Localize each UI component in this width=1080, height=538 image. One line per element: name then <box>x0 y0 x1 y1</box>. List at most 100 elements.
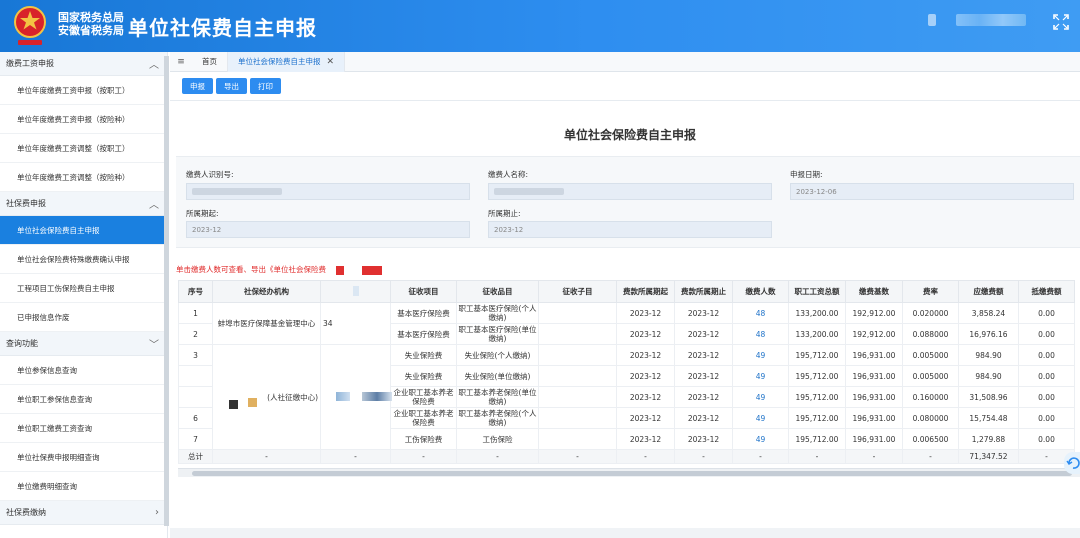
cell-subitem <box>538 344 617 366</box>
user-name[interactable] <box>956 14 1026 26</box>
declare-button[interactable]: 申报 <box>182 78 213 94</box>
sidebar-scrollbar[interactable] <box>164 56 169 526</box>
sidebar-group-query[interactable]: 查询功能 ﹀ <box>0 332 167 356</box>
cell-sub: 职工基本养老保险(个人缴纳) <box>456 407 539 429</box>
sidebar-item[interactable]: 单位社会保险费特殊缴费确认申报 <box>0 245 167 274</box>
table-row: 3 (人社征缴中心) 失业保险费 失业保险(个人缴纳) 2023-12 2023… <box>178 344 1075 450</box>
footer-band <box>170 528 1080 538</box>
sidebar-item[interactable]: 已申报信息作废 <box>0 303 167 332</box>
cell-offset: 0.00 <box>1018 407 1075 429</box>
cell-offset: 0.00 <box>1018 428 1075 450</box>
sidebar-item[interactable]: 单位缴费明细查询 <box>0 472 167 501</box>
main-panel: ≡ 首页 单位社会保险费自主申报 ✕ 申报 导出 打印 单位社会保险费自主申报 … <box>170 51 1080 538</box>
cell-sub: 职工基本医疗保险(单位缴纳) <box>456 323 539 345</box>
sidebar-group-declare[interactable]: 社保费申报 ︿ <box>0 192 167 216</box>
tab-declare[interactable]: 单位社会保险费自主申报 ✕ <box>228 51 346 72</box>
cell-wage: 133,200.00 <box>788 323 846 345</box>
cell-rate: 0.005000 <box>902 344 959 366</box>
cell-no: 6 <box>178 407 213 429</box>
cell-end: 2023-12 <box>674 302 733 324</box>
top-header: 国家税务总局 安徽省税务局 单位社保费自主申报 <box>0 0 1080 52</box>
sidebar-group-wage[interactable]: 缴费工资申报 ︿ <box>0 52 167 76</box>
table-row: 1 蚌埠市医疗保障基金管理中心 34 基本医疗保险费 职工基本医疗保险(个人缴纳… <box>178 302 1075 345</box>
export-button[interactable]: 导出 <box>216 78 247 94</box>
sidebar-item[interactable]: 单位职工缴费工资查询 <box>0 414 167 443</box>
redaction <box>248 398 257 407</box>
payer-id-label: 缴费人识别号: <box>186 170 234 179</box>
sidebar-item[interactable]: 单位年度缴费工资调整（按职工） <box>0 134 167 163</box>
payer-count-link[interactable]: 49 <box>732 344 789 366</box>
cell-start: 2023-12 <box>616 365 675 387</box>
col-header: 费款所属期起 <box>616 280 675 303</box>
cell-end: 2023-12 <box>674 407 733 429</box>
payer-count-link[interactable]: 49 <box>732 386 789 408</box>
sidebar-item[interactable]: 单位年度缴费工资申报（按职工） <box>0 76 167 105</box>
sidebar-item[interactable]: 单位年度缴费工资调整（按险种） <box>0 163 167 192</box>
cell-no <box>178 386 213 408</box>
payer-count-link[interactable]: 48 <box>732 302 789 324</box>
payer-count-link[interactable]: 49 <box>732 365 789 387</box>
cell-base: 196,931.00 <box>845 365 903 387</box>
col-header: 缴费人数 <box>732 280 789 303</box>
cell-dash: - <box>674 449 733 464</box>
print-button[interactable]: 打印 <box>250 78 281 94</box>
sidebar-group-pay[interactable]: 社保费缴纳 › <box>0 501 167 525</box>
cell-dash: - <box>390 449 457 464</box>
cell-end: 2023-12 <box>674 428 733 450</box>
sidebar-item[interactable]: 工程项目工伤保险费自主申报 <box>0 274 167 303</box>
sidebar-item[interactable]: 单位职工参保信息查询 <box>0 385 167 414</box>
cell-end: 2023-12 <box>674 323 733 345</box>
fullscreen-icon[interactable] <box>1052 13 1070 31</box>
cell-rate: 0.005000 <box>902 365 959 387</box>
help-float-icon[interactable] <box>1064 452 1080 474</box>
menu-icon[interactable]: ≡ <box>170 57 192 67</box>
sidebar-item[interactable]: 单位社保费申报明细查询 <box>0 443 167 472</box>
total-due: 71,347.52 <box>958 449 1019 464</box>
payer-count-link[interactable]: 49 <box>732 407 789 429</box>
sidebar-item-active[interactable]: 单位社会保险费自主申报 <box>0 216 167 245</box>
period-start-label: 所属期起: <box>186 209 219 218</box>
cell-sub: 职工基本医疗保险(个人缴纳) <box>456 302 539 324</box>
sidebar-item[interactable]: 单位年度缴费工资申报（按险种） <box>0 105 167 134</box>
cell-item: 工伤保险费 <box>390 428 457 450</box>
cell-due: 15,754.48 <box>958 407 1019 429</box>
sidebar-item[interactable]: 单位参保信息查询 <box>0 356 167 385</box>
divider <box>170 100 1080 101</box>
tab-home[interactable]: 首页 <box>192 51 228 72</box>
close-icon[interactable]: ✕ <box>327 57 335 67</box>
declare-date-field: 2023-12-06 <box>790 183 1074 200</box>
col-header: 缴费基数 <box>845 280 903 303</box>
cell-sub: 失业保险(单位缴纳) <box>456 365 539 387</box>
redaction <box>229 400 238 409</box>
cell-item: 失业保险费 <box>390 344 457 366</box>
cell-dash: - <box>788 449 846 464</box>
cell-start: 2023-12 <box>616 407 675 429</box>
scrollbar-thumb[interactable] <box>192 471 1072 476</box>
cell-start: 2023-12 <box>616 302 675 324</box>
payer-name-field <box>488 183 772 200</box>
cell-dash: - <box>320 449 391 464</box>
declare-date-label: 申报日期: <box>790 170 823 179</box>
cell-subitem <box>538 386 617 408</box>
user-avatar[interactable] <box>928 14 936 26</box>
cell-start: 2023-12 <box>616 323 675 345</box>
total-label: 总计 <box>178 449 213 464</box>
payer-id-field <box>186 183 470 200</box>
cell-start: 2023-12 <box>616 344 675 366</box>
chevron-up-icon: ︿ <box>149 200 159 211</box>
payer-count-link[interactable]: 48 <box>732 323 789 345</box>
declare-table: 序号 社保经办机构 征收项目 征收品目 征收子目 费款所属期起 费款所属期止 缴… <box>178 280 1075 464</box>
col-header: 应缴费额 <box>958 280 1019 303</box>
cell-no <box>178 365 213 387</box>
cell-dash: - <box>845 449 903 464</box>
cell-rate: 0.080000 <box>902 407 959 429</box>
table-total-row: 总计 - - - - - - - - - - - 71,347.52 - <box>178 449 1075 464</box>
cell-due: 984.90 <box>958 344 1019 366</box>
cell-due: 1,279.88 <box>958 428 1019 450</box>
payer-count-link[interactable]: 49 <box>732 428 789 450</box>
cell-offset: 0.00 <box>1018 386 1075 408</box>
table-horizontal-scrollbar[interactable] <box>178 468 1080 477</box>
chevron-down-icon: ﹀ <box>149 340 159 351</box>
cell-sub: 工伤保险 <box>456 428 539 450</box>
cell-dash: - <box>212 449 321 464</box>
